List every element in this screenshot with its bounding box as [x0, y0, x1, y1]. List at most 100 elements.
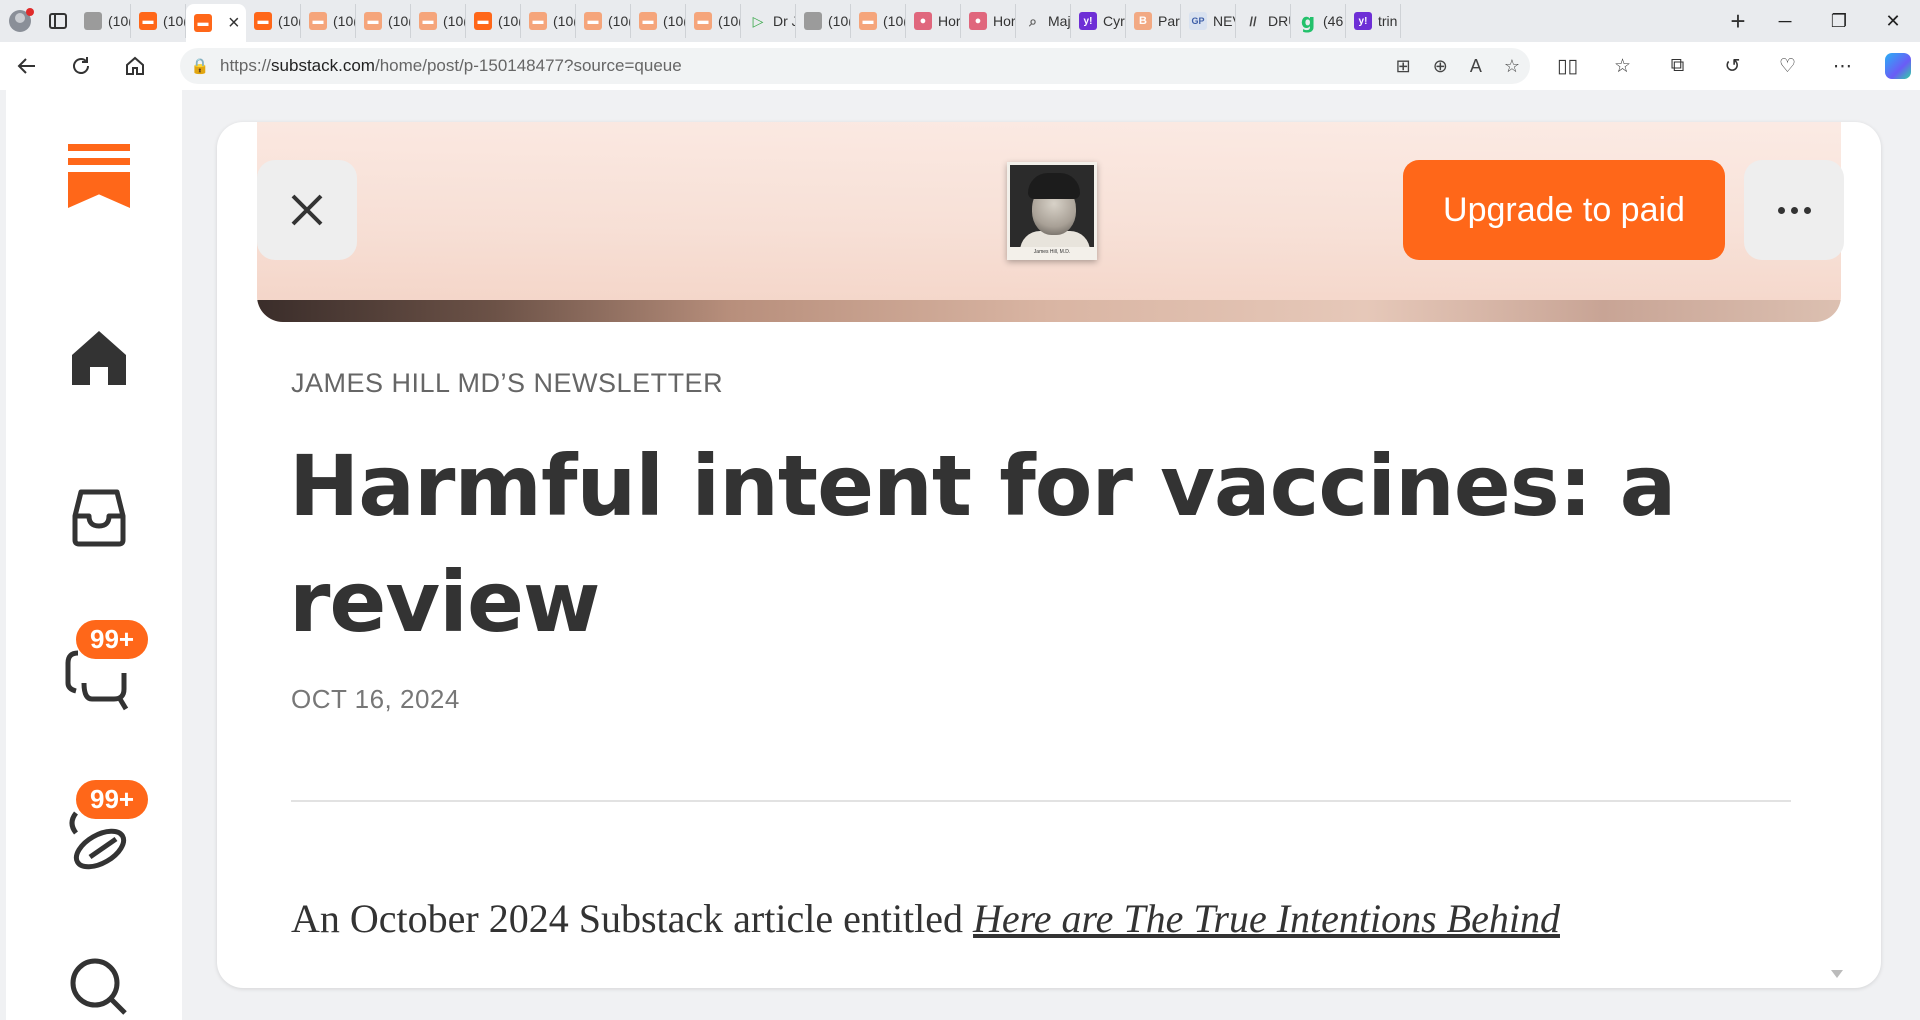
- author-avatar[interactable]: James Hill, M.D.: [1007, 162, 1097, 260]
- tab[interactable]: ⌕ Maj: [1016, 4, 1071, 38]
- tab[interactable]: (10(: [76, 4, 131, 38]
- tab[interactable]: ▬ (10(: [131, 4, 186, 38]
- tab-active[interactable]: ▬ ×: [186, 4, 246, 42]
- tab[interactable]: ▬ (10(: [411, 4, 466, 38]
- profile-button[interactable]: [0, 0, 40, 42]
- back-button[interactable]: [0, 42, 54, 90]
- address-bar[interactable]: 🔒 https://substack.com/home/post/p-15014…: [180, 48, 1530, 84]
- substack-favicon-faded-icon: ▬: [859, 12, 877, 30]
- search-nav-button[interactable]: [64, 952, 134, 1020]
- substack-favicon-faded-icon: ▬: [364, 12, 382, 30]
- tab-label: (10(: [663, 13, 686, 29]
- home-nav-button[interactable]: [64, 323, 134, 393]
- inbox-nav-button[interactable]: [64, 483, 134, 553]
- tab[interactable]: y! trin: [1346, 4, 1401, 38]
- home-button[interactable]: [108, 42, 162, 90]
- substack-favicon-icon: ▬: [139, 12, 157, 30]
- publication-name[interactable]: JAMES HILL MD’S NEWSLETTER: [291, 368, 723, 399]
- substack-favicon-faded-icon: ▬: [694, 12, 712, 30]
- history-icon[interactable]: ↺: [1705, 42, 1760, 90]
- gp-favicon-icon: GP: [1189, 12, 1207, 30]
- podcast-favicon-icon: ●: [914, 12, 932, 30]
- substack-favicon-faded-icon: ▬: [529, 12, 547, 30]
- search-favicon-icon: ⌕: [1029, 12, 1037, 29]
- close-icon: [291, 194, 323, 226]
- substack-favicon-icon: ▬: [254, 12, 272, 30]
- rumble-favicon-icon: ▷: [752, 12, 764, 29]
- substack-logo[interactable]: [68, 144, 130, 214]
- favorites-icon[interactable]: ☆: [1595, 42, 1650, 90]
- avatar-caption: James Hill, M.D.: [1010, 247, 1094, 257]
- tab-label: Par: [1158, 13, 1180, 29]
- tab[interactable]: ▬ (10(: [576, 4, 631, 38]
- favorite-star-icon[interactable]: ☆: [1504, 56, 1520, 77]
- tab[interactable]: ▬ (10(: [686, 4, 741, 38]
- inbox-icon: [72, 489, 126, 547]
- post-reader-card: James Hill, M.D. Upgrade to paid JAMES H…: [217, 122, 1881, 988]
- restore-button[interactable]: ❐: [1812, 0, 1866, 42]
- tab[interactable]: GP NEV: [1181, 4, 1236, 38]
- tab[interactable]: g (46: [1291, 4, 1346, 38]
- more-dot-icon: [1803, 206, 1811, 214]
- home-icon: [126, 56, 144, 75]
- performance-icon[interactable]: ♡: [1760, 42, 1815, 90]
- lock-icon: 🔒: [190, 58, 210, 75]
- zoom-icon[interactable]: ⊕: [1433, 56, 1448, 77]
- tab[interactable]: ▬ (10(: [466, 4, 521, 38]
- tab[interactable]: (10(: [796, 4, 851, 38]
- browser-toolbar: ▯▯ ☆ ⧉ ↺ ♡ ⋯: [1540, 42, 1920, 90]
- new-tab-button[interactable]: +: [1718, 0, 1758, 42]
- copilot-button[interactable]: [1870, 42, 1920, 90]
- post-title: Harmful intent for vaccines: a review: [289, 437, 1676, 651]
- tab[interactable]: ▬ (10(: [301, 4, 356, 38]
- drudge-favicon-icon: //: [1249, 13, 1257, 29]
- tab[interactable]: ▬ (10(: [356, 4, 411, 38]
- article-link[interactable]: Here are The True Intentions Behind: [973, 896, 1560, 941]
- home-icon: [72, 331, 126, 385]
- minimize-button[interactable]: ─: [1758, 0, 1812, 42]
- tab[interactable]: ● Hor: [961, 4, 1016, 38]
- tab[interactable]: ▷ Dr J: [741, 4, 796, 38]
- close-post-button[interactable]: [257, 160, 357, 260]
- scroll-down-indicator[interactable]: [1831, 970, 1843, 978]
- tab[interactable]: ▬ (10(: [246, 4, 301, 38]
- notification-dot: [26, 8, 34, 16]
- refresh-icon: [73, 57, 89, 74]
- tab-label: (10(: [828, 13, 851, 29]
- substack-favicon-icon: ▬: [474, 12, 492, 30]
- tab[interactable]: ● Hor: [906, 4, 961, 38]
- tab-label: (10(: [278, 13, 301, 29]
- collections-icon[interactable]: ⧉: [1650, 42, 1705, 90]
- substack-favicon-faded-icon: ▬: [309, 12, 327, 30]
- close-tab-icon[interactable]: ×: [228, 12, 240, 35]
- split-screen-icon[interactable]: ▯▯: [1540, 42, 1595, 90]
- read-aloud-icon[interactable]: A: [1470, 56, 1482, 77]
- apps-icon[interactable]: ⊞: [1396, 56, 1411, 77]
- tab[interactable]: ▬ (10(: [851, 4, 906, 38]
- address-url[interactable]: https://substack.com/home/post/p-1501484…: [220, 56, 682, 76]
- tab-label: Hor: [938, 13, 961, 29]
- url-path: /home/post/p-150148477?source=queue: [374, 56, 682, 75]
- tab[interactable]: ▬ (10(: [521, 4, 576, 38]
- divider: [291, 800, 1791, 802]
- tab-label: Hor: [993, 13, 1016, 29]
- tab[interactable]: B Par: [1126, 4, 1181, 38]
- refresh-button[interactable]: [54, 42, 108, 90]
- tab[interactable]: // DRU: [1236, 4, 1291, 38]
- upgrade-to-paid-button[interactable]: Upgrade to paid: [1403, 160, 1725, 260]
- activity-badge: 99+: [76, 780, 149, 819]
- more-dot-icon: [1790, 206, 1798, 214]
- substack-sidebar: 99+ 99+: [6, 90, 182, 1020]
- close-window-button[interactable]: ✕: [1866, 0, 1920, 42]
- g-favicon-icon: g: [1300, 9, 1316, 33]
- image-favicon-icon: [84, 12, 102, 30]
- more-dot-icon: [1777, 206, 1785, 214]
- body-text: An October 2024 Substack article entitle…: [291, 896, 974, 941]
- tab[interactable]: ▬ (10(: [631, 4, 686, 38]
- settings-more-icon[interactable]: ⋯: [1815, 42, 1870, 90]
- more-options-button[interactable]: [1744, 160, 1844, 260]
- address-bar-actions: ⊞ ⊕ A ☆: [1396, 48, 1520, 84]
- tab[interactable]: y! Cyr: [1071, 4, 1126, 38]
- tab-actions-button[interactable]: [40, 0, 76, 42]
- tab-actions-icon: [49, 13, 67, 29]
